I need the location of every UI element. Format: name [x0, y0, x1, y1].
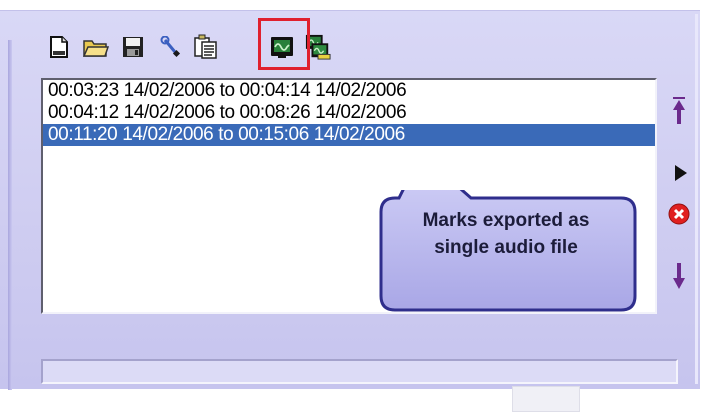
move-to-top-button[interactable]	[671, 96, 687, 131]
list-item[interactable]: 00:04:12 14/02/2006 to 00:08:26 14/02/20…	[43, 102, 655, 124]
highlight-box	[258, 18, 310, 70]
move-down-button[interactable]	[672, 262, 686, 295]
tools-button[interactable]	[158, 33, 184, 61]
open-folder-button[interactable]	[83, 33, 109, 61]
play-icon	[675, 165, 687, 181]
callout-annotation: Marks exported as single audio file	[373, 190, 641, 316]
save-button[interactable]	[120, 33, 146, 61]
bottom-button-partial[interactable]	[512, 386, 580, 412]
list-item[interactable]: 00:03:23 14/02/2006 to 00:04:14 14/02/20…	[43, 80, 655, 102]
new-document-button[interactable]	[46, 33, 72, 61]
save-disk-icon	[123, 37, 143, 57]
move-down-arrow-icon	[673, 263, 685, 289]
callout-text: Marks exported as single audio file	[422, 210, 590, 258]
delete-red-x-icon	[668, 203, 690, 225]
panel-left-edge	[8, 40, 12, 390]
panel-right-edge	[695, 14, 698, 384]
wrench-icon	[160, 36, 181, 58]
copy-clipboard-icon	[194, 34, 217, 59]
play-button[interactable]	[674, 164, 688, 187]
status-bar	[41, 359, 678, 384]
copy-button[interactable]	[193, 33, 219, 61]
delete-button[interactable]	[668, 203, 690, 230]
list-item-selected[interactable]: 00:11:20 14/02/2006 to 00:15:06 14/02/20…	[43, 124, 655, 146]
move-to-top-arrow-icon	[673, 97, 685, 124]
open-folder-icon	[83, 40, 109, 57]
new-document-icon	[50, 36, 68, 58]
